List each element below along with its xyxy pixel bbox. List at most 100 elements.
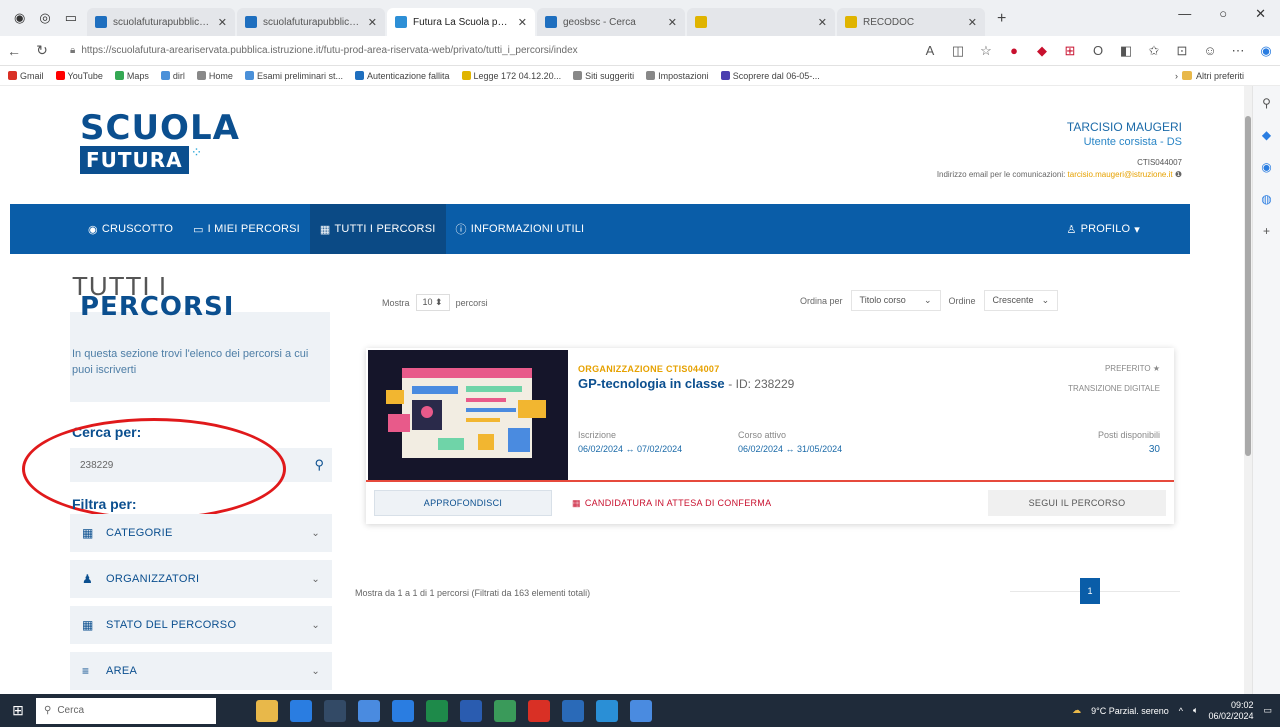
page-size-select[interactable]: 10 ⬍ xyxy=(415,294,450,311)
weather-text[interactable]: 9°C Parzial. sereno xyxy=(1091,706,1169,716)
extension-icon[interactable]: ◆ xyxy=(1028,43,1056,59)
nav-item[interactable]: ◉ CRUSCOTTO xyxy=(78,204,183,254)
close-tab-icon[interactable]: ✕ xyxy=(668,16,677,29)
maximize-icon[interactable]: ○ xyxy=(1219,6,1227,22)
chrome-icon[interactable] xyxy=(392,699,414,722)
app-icon[interactable] xyxy=(596,699,618,722)
bookmark-item[interactable]: Siti suggeriti xyxy=(573,71,634,81)
order-by-select[interactable]: Titolo corso ⌄ xyxy=(850,290,941,311)
chevron-up-icon[interactable]: ^ xyxy=(1179,706,1183,716)
approfondisci-button[interactable]: APPROFONDISCI xyxy=(374,490,552,516)
nav-item-label: TUTTI I PERCORSI xyxy=(334,223,436,235)
word-icon[interactable] xyxy=(460,699,482,722)
bookmark-item[interactable]: Esami preliminari st... xyxy=(244,71,343,81)
page-1-button[interactable]: 1 xyxy=(1080,578,1100,604)
bookmark-item[interactable]: YouTube xyxy=(55,71,103,81)
nav-item[interactable]: ⓘ INFORMAZIONI UTILI xyxy=(446,204,595,254)
bookmark-item[interactable]: Home xyxy=(196,71,233,81)
sidebar-toggle-icon[interactable]: ◧ xyxy=(1112,43,1140,59)
clock[interactable]: 09:02 06/02/2024 xyxy=(1208,700,1253,722)
browser-menu-icon[interactable]: ◉ xyxy=(14,10,25,26)
url-field[interactable]: 🔒︎ https://scuolafutura-areariservata.pu… xyxy=(62,39,910,62)
browser-tab[interactable]: scuolafuturapubblicaistruzione.it ✕ xyxy=(236,8,385,36)
app-icon[interactable] xyxy=(630,699,652,722)
bookmark-icon xyxy=(354,71,364,80)
browser-tab[interactable]: ✕ xyxy=(686,8,835,36)
filter-accordion[interactable]: ▦ STATO DEL PERCORSO ⌄ xyxy=(70,606,332,644)
widgets-icon[interactable] xyxy=(256,699,278,722)
bookmark-item[interactable]: dirl xyxy=(160,70,185,81)
new-tab-button[interactable]: + xyxy=(987,10,1016,36)
minimize-icon[interactable]: — xyxy=(1178,6,1191,22)
profile-icon[interactable]: ☺ xyxy=(1196,43,1224,58)
notifications-icon[interactable]: ▭ xyxy=(1263,705,1272,716)
email-info-icon[interactable]: ❶ xyxy=(1175,170,1182,179)
more-icon[interactable]: ⋯ xyxy=(1224,43,1252,59)
acrobat-icon[interactable] xyxy=(528,699,550,722)
close-tab-icon[interactable]: ✕ xyxy=(218,16,227,29)
favorites-icon[interactable]: ✩ xyxy=(1140,43,1168,59)
reload-icon[interactable]: ↻ xyxy=(28,42,56,59)
pin-icon[interactable]: ◆ xyxy=(1262,128,1271,142)
nav-item[interactable]: ▭ I MIEI PERCORSI xyxy=(183,204,310,254)
bookmark-item[interactable]: Scoprere dal 06-05-... xyxy=(720,71,820,81)
profile-menu[interactable]: ♙ PROFILO ▾ xyxy=(1057,204,1150,254)
refresh-extension-icon[interactable]: O xyxy=(1084,43,1112,58)
copilot-icon[interactable]: ◉ xyxy=(1252,43,1280,59)
user-info: TARCISIO MAUGERI Utente corsista - DS CT… xyxy=(937,120,1182,179)
read-aloud-icon[interactable]: A xyxy=(916,43,944,58)
extension-cart-icon[interactable]: ⊞ xyxy=(1056,43,1084,59)
split-screen-icon[interactable]: ◫ xyxy=(944,43,972,59)
other-favorites[interactable]: Altri preferiti xyxy=(1196,71,1244,81)
scuola-futura-logo[interactable]: SCUOLA FUTURA ⁘ xyxy=(80,111,240,174)
office-icon[interactable]: ◍ xyxy=(1261,192,1271,206)
extension-shield-icon[interactable]: ● xyxy=(1000,43,1028,58)
volume-icon[interactable]: 🔈︎ xyxy=(1193,705,1198,716)
close-tab-icon[interactable]: ✕ xyxy=(818,16,827,29)
close-tab-icon[interactable]: ✕ xyxy=(368,16,377,29)
games-icon[interactable]: ◉ xyxy=(1261,160,1271,174)
course-thumbnail[interactable] xyxy=(368,350,568,480)
course-title[interactable]: GP-tecnologia in classe - ID: 238229 xyxy=(578,376,794,391)
tab-favicon-icon xyxy=(544,16,557,28)
bookmark-item[interactable]: Legge 172 04.12.20... xyxy=(461,71,561,81)
windows-start-icon[interactable]: ⊞ xyxy=(0,702,36,719)
browser-tab[interactable]: scuolafuturapubblicaistruzione.it ✕ xyxy=(86,8,235,36)
browser-tab[interactable]: RECODOC ✕ xyxy=(836,8,985,36)
chevron-right-icon[interactable]: › xyxy=(1175,71,1178,81)
bookmark-item[interactable]: Autenticazione fallita xyxy=(354,71,450,81)
filter-accordion[interactable]: ≡ AREA ⌄ xyxy=(70,652,332,690)
edge-icon[interactable] xyxy=(358,699,380,722)
close-tab-icon[interactable]: ✕ xyxy=(968,16,977,29)
app-icon[interactable] xyxy=(494,699,516,722)
taskbar-search[interactable]: ⚲ Cerca xyxy=(36,697,216,724)
filter-accordion[interactable]: ♟ ORGANIZZATORI ⌄ xyxy=(70,560,332,598)
add-icon[interactable]: + xyxy=(1263,224,1270,238)
nav-item[interactable]: ▦ TUTTI I PERCORSI xyxy=(309,204,446,254)
favorite-toggle[interactable]: PREFERITO ★ xyxy=(1105,364,1160,373)
close-tab-icon[interactable]: ✕ xyxy=(518,16,527,29)
order-select[interactable]: Crescente ⌄ xyxy=(983,290,1059,311)
bookmark-label: dirl xyxy=(172,70,185,81)
search-icon[interactable]: ⚲ xyxy=(314,457,324,473)
tab-actions-icon[interactable]: ▭ xyxy=(65,10,77,26)
bookmark-item[interactable]: Maps xyxy=(114,71,149,81)
collections-icon[interactable]: ⊡ xyxy=(1168,43,1196,59)
search-sidebar-icon[interactable]: ⚲ xyxy=(1262,96,1271,110)
app-icon[interactable] xyxy=(562,699,584,722)
workspaces-icon[interactable]: ◎ xyxy=(39,10,50,26)
browser-tab[interactable]: Futura La Scuola per l'Italia Di... ✕ xyxy=(386,8,535,36)
scrollbar-thumb[interactable] xyxy=(1245,116,1251,456)
filter-accordion[interactable]: ▦ CATEGORIE ⌄ xyxy=(70,514,332,552)
follow-course-button[interactable]: SEGUI IL PERCORSO xyxy=(988,490,1166,516)
app-icon[interactable] xyxy=(324,699,346,722)
page-scrollbar[interactable] xyxy=(1244,86,1252,694)
excel-icon[interactable] xyxy=(426,699,448,722)
close-window-icon[interactable]: ✕ xyxy=(1255,6,1266,22)
browser-tab[interactable]: geosbsc - Cerca ✕ xyxy=(536,8,685,36)
back-icon[interactable]: ← xyxy=(0,43,28,59)
bookmark-item[interactable]: Gmail xyxy=(8,71,44,81)
favorite-star-icon[interactable]: ☆ xyxy=(972,43,1000,59)
bookmark-item[interactable]: Impostazioni xyxy=(646,71,709,81)
task-view-icon[interactable] xyxy=(290,699,312,722)
